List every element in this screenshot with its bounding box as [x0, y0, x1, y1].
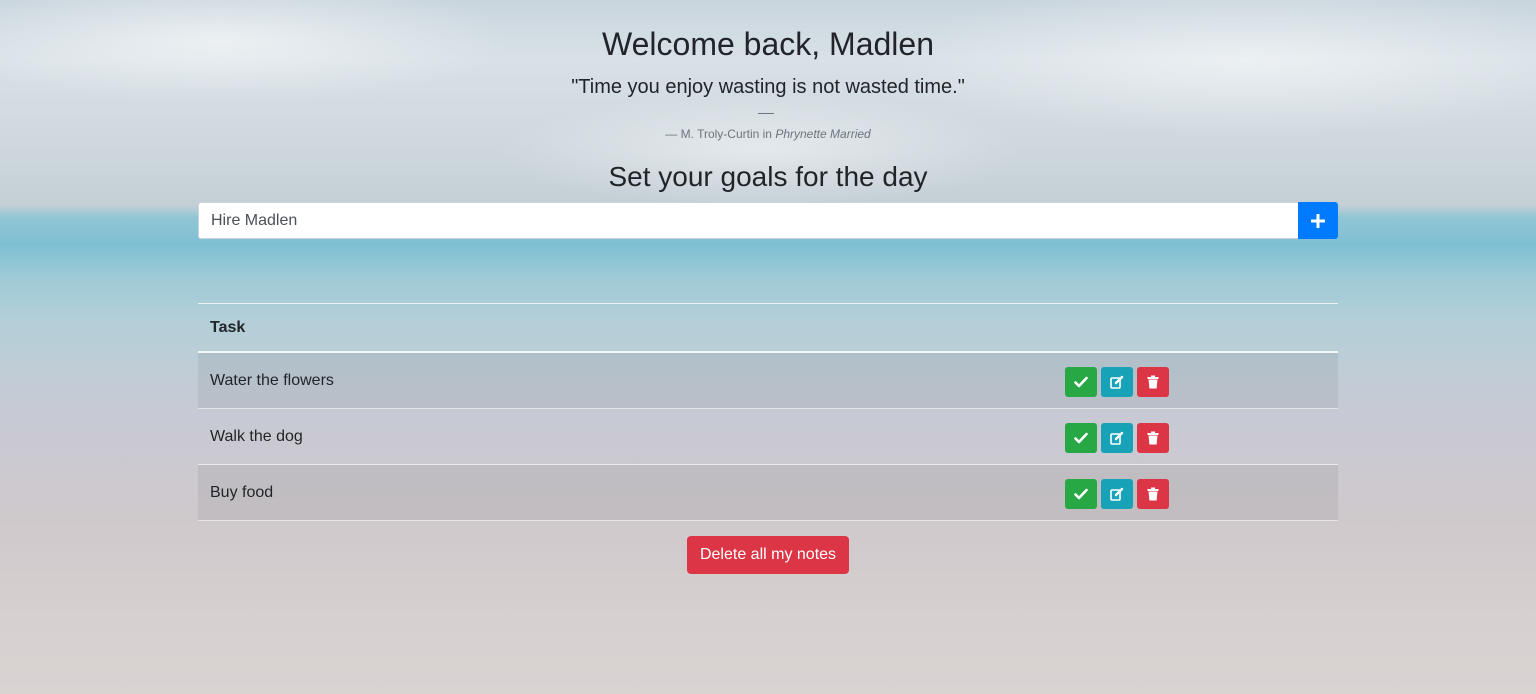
edit-task-button[interactable] — [1101, 423, 1133, 453]
goals-heading: Set your goals for the day — [608, 161, 928, 192]
complete-task-button[interactable] — [1065, 479, 1097, 509]
trash-icon — [1147, 431, 1159, 445]
check-icon — [1074, 376, 1088, 388]
table-row: Buy food — [198, 465, 1338, 521]
greeting-title: Welcome back, Madlen — [602, 26, 934, 62]
complete-task-button[interactable] — [1065, 423, 1097, 453]
check-icon — [1074, 488, 1088, 500]
delete-task-button[interactable] — [1137, 423, 1169, 453]
quote-author: — M. Troly-Curtin in Phrynette Married — [0, 127, 1536, 141]
task-actions — [1065, 423, 1169, 453]
edit-icon — [1110, 431, 1124, 445]
author-work: Phrynette Married — [775, 127, 871, 141]
check-icon — [1074, 432, 1088, 444]
table-header: Task — [198, 303, 1338, 353]
delete-all-button[interactable]: Delete all my notes — [687, 536, 849, 574]
task-actions — [1065, 479, 1169, 509]
complete-task-button[interactable] — [1065, 367, 1097, 397]
trash-icon — [1147, 487, 1159, 501]
task-table: Task Water the flowers Walk the dog Buy fo… — [198, 303, 1338, 521]
edit-task-button[interactable] — [1101, 479, 1133, 509]
edit-icon — [1110, 375, 1124, 389]
table-row: Walk the dog — [198, 409, 1338, 465]
table-row: Water the flowers — [198, 353, 1338, 409]
plus-icon — [1311, 213, 1325, 228]
delete-task-button[interactable] — [1137, 367, 1169, 397]
add-goal-button[interactable] — [1298, 202, 1338, 239]
edit-icon — [1110, 487, 1124, 501]
quote-text: "Time you enjoy wasting is not wasted ti… — [571, 76, 965, 98]
goal-input-group — [198, 202, 1338, 239]
quote-divider — [758, 113, 774, 114]
delete-task-button[interactable] — [1137, 479, 1169, 509]
task-column-header: Task — [210, 318, 246, 336]
trash-icon — [1147, 375, 1159, 389]
task-actions — [1065, 367, 1169, 397]
edit-task-button[interactable] — [1101, 367, 1133, 397]
goal-input[interactable] — [198, 202, 1298, 239]
author-name: — M. Troly-Curtin in — [665, 127, 772, 141]
